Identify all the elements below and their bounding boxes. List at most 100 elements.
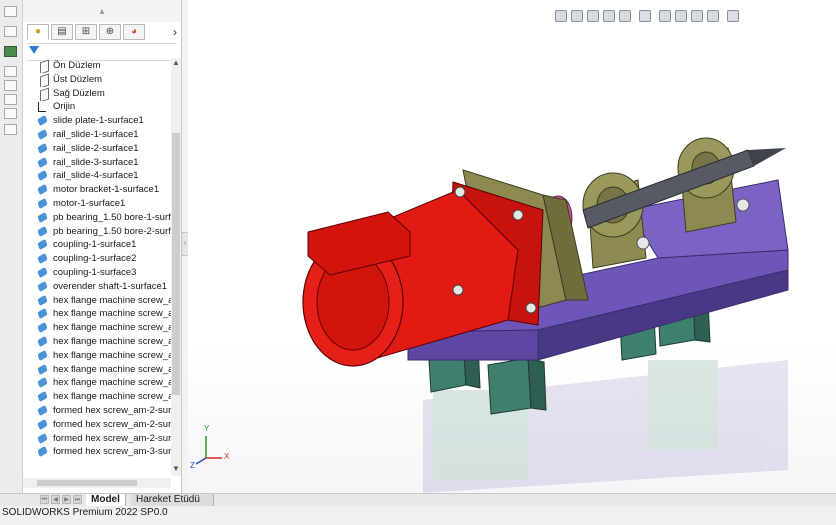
status-text: SOLIDWORKS Premium 2022 SP0.0	[2, 507, 168, 518]
tree-item[interactable]: hex flange machine screw_am-	[23, 390, 171, 404]
plane-icon	[40, 59, 49, 73]
tree-item-label: hex flange machine screw_am-	[53, 363, 171, 375]
tree-item[interactable]: formed hex screw_am-3-surfac	[23, 445, 171, 459]
tree-item[interactable]: hex flange machine screw_am-	[23, 294, 171, 308]
tree-item[interactable]: coupling-1-surface2	[23, 252, 171, 266]
tree-item[interactable]: coupling-1-surface1	[23, 238, 171, 252]
first-tab-icon[interactable]: ⏮	[40, 495, 49, 504]
surface-icon	[37, 211, 48, 223]
tree-item[interactable]: coupling-1-surface3	[23, 266, 171, 280]
tool-icon-4[interactable]	[4, 66, 17, 77]
tree-item-label: pb bearing_1.50 bore-2-surfac	[53, 225, 171, 237]
tree-item[interactable]: motor bracket-1-surface1	[23, 183, 171, 197]
feature-tree: Ön Düzlem Üst Düzlem Sağ Düzlem Orijin slide…	[23, 58, 171, 478]
tree-item[interactable]: Üst Düzlem	[23, 73, 171, 87]
tree-item[interactable]: pb bearing_1.50 bore-1-surfac	[23, 211, 171, 225]
tree-item[interactable]: hex flange machine screw_am-	[23, 335, 171, 349]
surface-icon	[37, 184, 48, 196]
tree-item[interactable]: overender shaft-1-surface1	[23, 280, 171, 294]
model-canvas[interactable]	[188, 0, 836, 493]
surface-icon	[37, 197, 48, 210]
tool-icon-5[interactable]	[4, 80, 17, 91]
tool-icon-3[interactable]	[4, 46, 17, 57]
surface-icon	[37, 225, 48, 237]
next-tab-icon[interactable]: ▶	[62, 495, 71, 504]
tree-item[interactable]: rail_slide-4-surface1	[23, 169, 171, 183]
tree-item[interactable]: Ön Düzlem	[23, 59, 171, 73]
feature-tree-icon: ●	[34, 26, 42, 37]
surface-icon	[37, 142, 48, 154]
tab-display-manager[interactable]: ◕	[123, 24, 145, 40]
tree-item[interactable]: rail_slide-2-surface1	[23, 142, 171, 156]
tab-motion-study[interactable]: Hareket Etüdü 1	[131, 494, 214, 517]
tree-item[interactable]: hex flange machine screw_am-	[23, 307, 171, 321]
tree-item[interactable]: formed hex screw_am-2-surfac	[23, 432, 171, 446]
tabs-scroll-right-icon[interactable]: ›	[173, 25, 177, 39]
tree-item-label: Sağ Düzlem	[53, 87, 105, 99]
surface-icon	[37, 432, 48, 444]
tab-model[interactable]: Model	[86, 494, 126, 506]
tree-item[interactable]: hex flange machine screw_am-	[23, 349, 171, 363]
tree-item[interactable]: formed hex screw_am-2-surfac	[23, 404, 171, 418]
tree-item-label: Üst Düzlem	[53, 73, 103, 85]
tab-dimxpert[interactable]: ⊕	[99, 24, 121, 40]
tree-horizontal-scrollbar[interactable]	[23, 478, 171, 488]
command-strip	[0, 0, 23, 493]
tree-item[interactable]: hex flange machine screw_am-	[23, 321, 171, 335]
tree-item[interactable]: slide plate-1-surface1	[23, 114, 171, 128]
document-tab-bar: ⏮ ◀ ▶ ⏭ Model Hareket Etüdü 1	[0, 493, 836, 517]
tree-item-label: motor bracket-1-surface1	[53, 184, 160, 196]
crosshair-icon: ⊕	[105, 26, 115, 37]
tree-item-label: formed hex screw_am-2-surfac	[53, 405, 171, 416]
tab-configuration-manager[interactable]: ⊞	[75, 24, 97, 40]
tree-item-label: coupling-1-surface1	[53, 239, 137, 251]
surface-icon	[37, 446, 48, 458]
tool-icon-2[interactable]	[4, 26, 17, 37]
tree-item[interactable]: hex flange machine screw_am-	[23, 376, 171, 390]
graphics-area[interactable]: Y X Z	[188, 0, 836, 493]
tab-property-manager[interactable]: ▤	[51, 24, 73, 40]
property-icon: ▤	[57, 26, 67, 37]
triad-z-label: Z	[190, 461, 195, 470]
tree-item-label: coupling-1-surface3	[53, 267, 137, 278]
tree-item[interactable]: motor-1-surface1	[23, 197, 171, 211]
tool-icon-8[interactable]	[4, 124, 17, 135]
previous-tab-icon[interactable]: ◀	[51, 495, 60, 504]
surface-icon	[37, 294, 48, 306]
tree-item[interactable]: rail_slide-3-surface1	[23, 156, 171, 170]
tree-item[interactable]: hex flange machine screw_am-	[23, 363, 171, 377]
tool-icon-6[interactable]	[4, 94, 17, 105]
tree-item-label: Ön Düzlem	[53, 60, 101, 71]
tree-item-label: motor-1-surface1	[53, 198, 126, 209]
tree-item-label: slide plate-1-surface1	[53, 115, 144, 127]
tree-item-label: hex flange machine screw_am-	[53, 391, 171, 403]
tree-item-label: formed hex screw_am-2-surfac	[53, 432, 171, 444]
scroll-up-icon[interactable]: ▲	[172, 58, 180, 67]
scrollbar-thumb[interactable]	[172, 133, 180, 395]
surface-icon	[37, 156, 48, 168]
tree-item-label: pb bearing_1.50 bore-1-surfac	[53, 211, 171, 223]
last-tab-icon[interactable]: ⏭	[73, 495, 82, 504]
tool-icon-7[interactable]	[4, 108, 17, 119]
scroll-down-icon[interactable]: ▼	[172, 464, 180, 473]
tree-item-label: formed hex screw_am-2-surfac	[53, 418, 171, 430]
tree-item-label: rail_slide-1-surface1	[53, 129, 139, 140]
surface-icon	[37, 418, 48, 430]
tree-item-label: rail_slide-4-surface1	[53, 170, 139, 182]
configuration-icon: ⊞	[81, 26, 91, 37]
tree-item[interactable]: Sağ Düzlem	[23, 87, 171, 101]
tree-item[interactable]: rail_slide-1-surface1	[23, 128, 171, 142]
triad-y-label: Y	[204, 424, 210, 433]
tree-item[interactable]: Orijin	[23, 100, 171, 114]
tree-item[interactable]: formed hex screw_am-2-surfac	[23, 418, 171, 432]
filter-icon[interactable]	[29, 46, 39, 54]
tree-vertical-scrollbar[interactable]: ▲ ▼	[171, 58, 181, 476]
panel-grip[interactable]: ▴	[23, 0, 181, 22]
tree-item[interactable]: pb bearing_1.50 bore-2-surfac	[23, 225, 171, 239]
tree-item-label: formed hex screw_am-3-surfac	[53, 446, 171, 458]
plane-icon	[40, 73, 49, 87]
tool-icon-1[interactable]	[4, 6, 17, 17]
tab-feature-tree[interactable]: ●	[27, 24, 49, 40]
hscrollbar-thumb[interactable]	[37, 480, 137, 486]
surface-icon	[37, 335, 48, 348]
